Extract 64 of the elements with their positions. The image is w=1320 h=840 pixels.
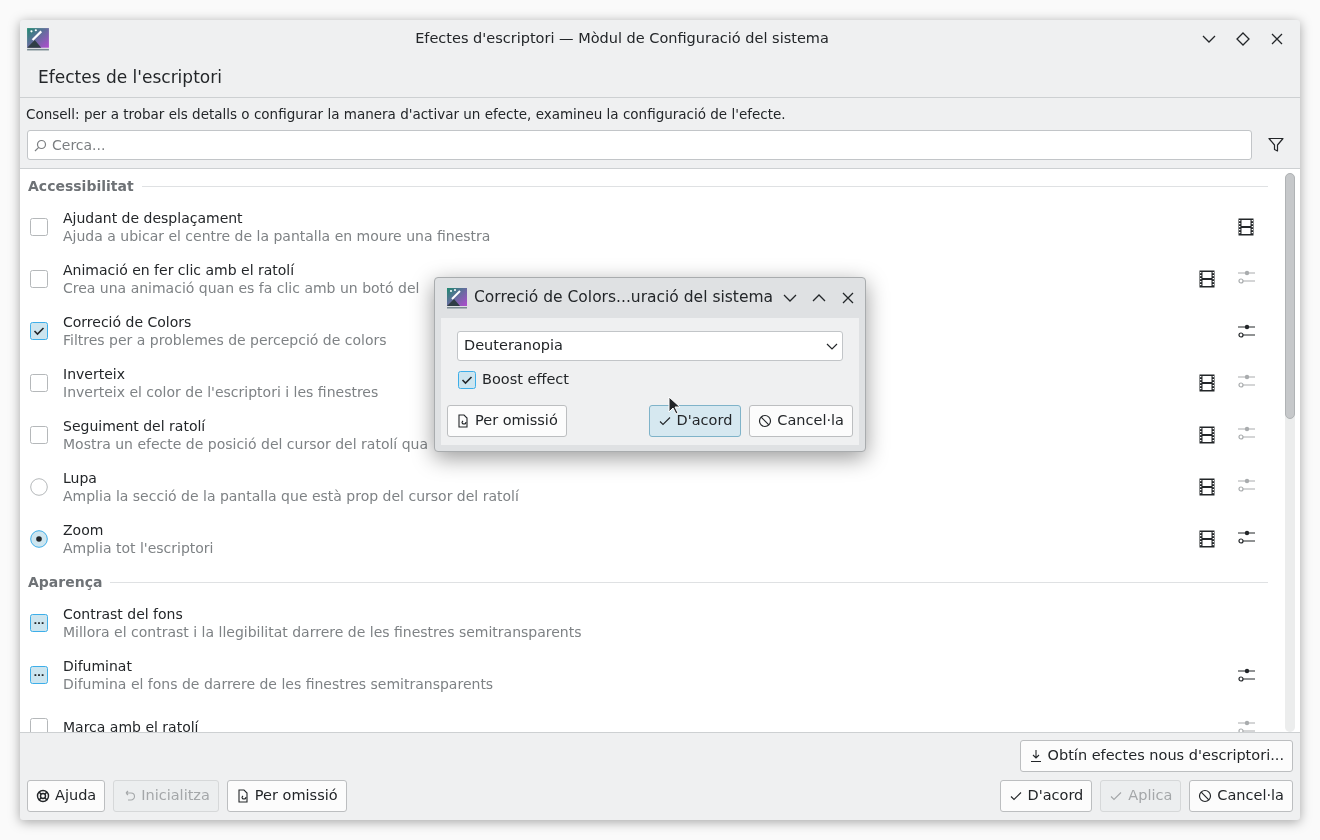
effect-name: Inverteix <box>63 365 125 384</box>
scrollbar[interactable] <box>1284 173 1296 732</box>
footer-button[interactable]: Ajuda <box>27 780 106 812</box>
checkbox[interactable] <box>30 322 48 341</box>
close-button[interactable] <box>1270 32 1284 46</box>
hint-text: Consell: per a trobar els detalls o configurar la manera d'activar un efecte, examineu la configuració de l'efecte. <box>26 106 786 122</box>
effect-description: Inverteix el color de l'escriptori i les finestres <box>63 383 379 402</box>
search-icon <box>34 139 47 153</box>
effect-description: Difumina el fons de darrere de les finestres semitransparents <box>63 675 494 694</box>
footer-button[interactable]: Per omissió <box>226 780 347 812</box>
checkbox[interactable] <box>458 370 476 389</box>
app-icon <box>26 27 50 51</box>
document-icon <box>456 413 470 428</box>
dialog-button[interactable]: Cancel·la <box>749 404 853 437</box>
maximize-button[interactable] <box>1236 32 1250 46</box>
page-title: Efectes de l'escriptori <box>38 65 222 89</box>
effect-description: Mostra un efecte de posició del cursor del ratolí qua <box>63 435 429 454</box>
checkmark-icon <box>1008 789 1023 803</box>
effect-description: Millora el contrast i la llegibilitat darrere de les finestres semitransparents <box>63 623 582 642</box>
effect-description: Amplia tot l'escriptori <box>63 539 214 558</box>
checkbox[interactable] <box>30 718 48 732</box>
effect-description: Filtres per a problemes de percepció de colors <box>63 331 387 350</box>
footer-button[interactable]: D'acord <box>999 780 1093 812</box>
section-header: Aparença <box>28 572 103 592</box>
effect-name: Zoom <box>63 521 104 540</box>
section-header: Accessibilitat <box>28 176 134 196</box>
mouse-cursor-icon <box>668 396 680 415</box>
effect-name: Difuminat <box>63 657 132 676</box>
checkbox-label: Boost effect <box>482 370 570 389</box>
cancel-icon <box>1198 789 1213 803</box>
radio-button[interactable] <box>30 530 48 549</box>
effect-name: Lupa <box>63 469 97 488</box>
effect-name: Correció de Colors <box>63 313 192 332</box>
checkbox[interactable] <box>30 374 48 393</box>
effect-name: Marca amb el ratolí <box>63 718 199 732</box>
dialog-button[interactable]: D'acord <box>648 404 742 437</box>
document-icon <box>235 789 250 803</box>
effect-name: Seguiment del ratolí <box>63 417 206 436</box>
checkmark-icon <box>1109 789 1124 803</box>
dialog-title: Correció de Colors...uració del sistema <box>474 287 774 309</box>
search-field[interactable]: Cerca... <box>27 130 1252 161</box>
checkbox[interactable] <box>30 270 48 289</box>
filter-dropdown[interactable]: Deuteranopia <box>457 331 843 361</box>
effect-name: Ajudant de desplaçament <box>63 209 243 228</box>
effect-name: Contrast del fons <box>63 605 183 624</box>
help-icon <box>36 789 50 803</box>
checkbox[interactable] <box>30 426 48 445</box>
app-icon <box>446 287 468 309</box>
window-title: Efectes d'escriptori — Mòdul de Configuració del sistema <box>414 29 830 49</box>
checkbox[interactable] <box>30 614 48 633</box>
download-icon <box>1028 749 1043 763</box>
get-new-effects-button[interactable]: Obtín efectes nous d'escriptori... <box>1019 740 1293 772</box>
checkbox[interactable] <box>30 218 48 237</box>
filter-icon[interactable] <box>1268 137 1284 154</box>
dialog-button[interactable]: Per omissió <box>447 404 567 437</box>
effect-description: Crea una animació quan es fa clic amb un botó del <box>63 279 420 298</box>
cancel-icon <box>758 413 773 428</box>
radio-button[interactable] <box>30 478 48 497</box>
footer-button[interactable]: Cancel·la <box>1189 780 1293 812</box>
effect-description: Ajuda a ubicar el centre de la pantalla en moure una finestra <box>63 227 491 246</box>
checkbox[interactable] <box>30 666 48 685</box>
effect-description: Amplia la secció de la pantalla que està prop del cursor del ratolí <box>63 487 519 506</box>
close-button[interactable] <box>840 291 855 305</box>
effect-name: Animació en fer clic amb el ratolí <box>63 261 295 280</box>
